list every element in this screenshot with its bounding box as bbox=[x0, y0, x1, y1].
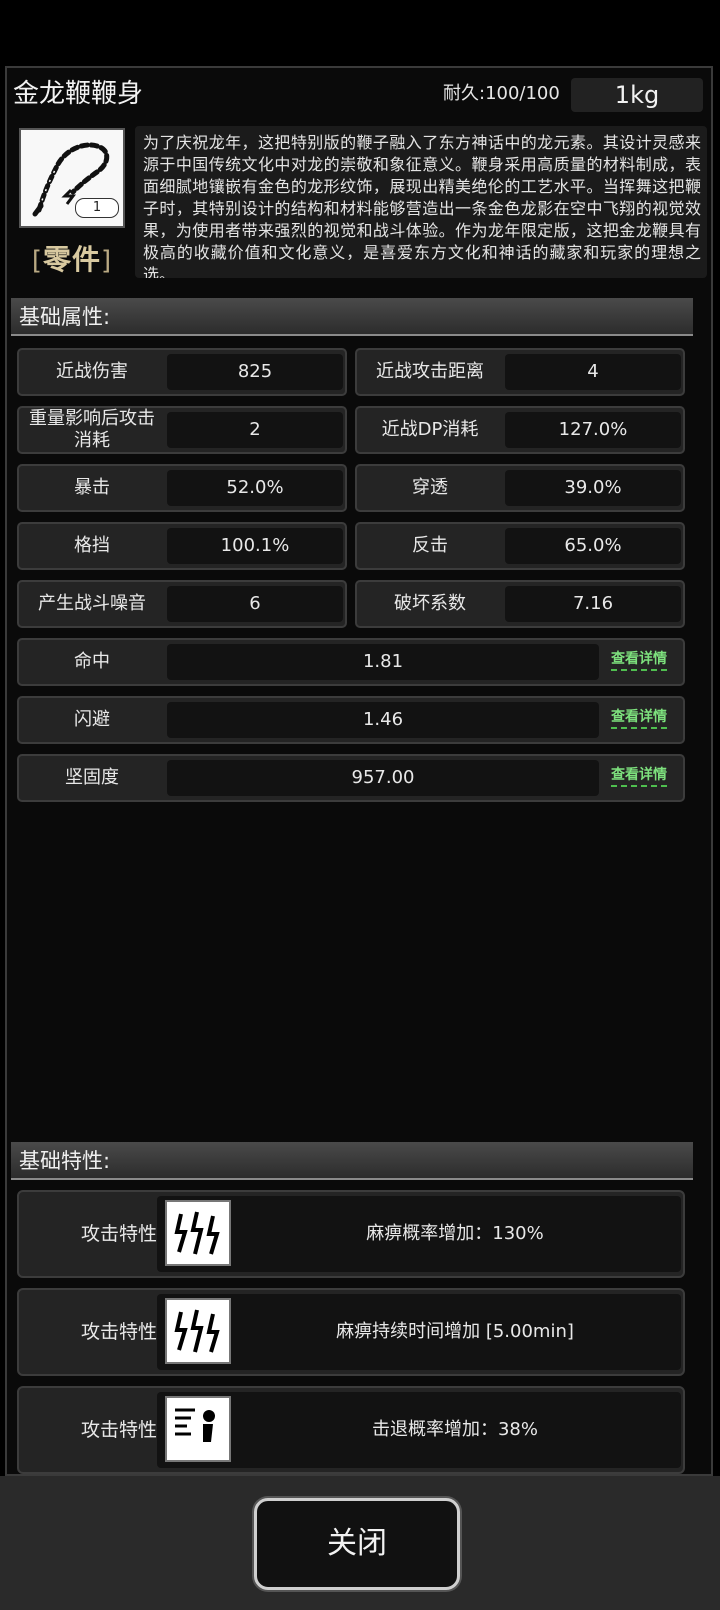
section-header-traits: 基础特性: bbox=[11, 1142, 693, 1180]
section-header-attributes: 基础属性: bbox=[11, 298, 693, 336]
stat-weight-attack-cost: 重量影响后攻击消耗 2 bbox=[17, 406, 347, 454]
item-detail-panel: 金龙鞭鞭身 耐久:100/100 1kg 1 [零件] 为了庆祝龙年，这把特别版… bbox=[5, 66, 713, 1476]
stat-durability: 坚固度 957.00 查看详情 bbox=[17, 754, 685, 802]
item-count-badge: 1 bbox=[75, 198, 119, 218]
stat-counter: 反击 65.0% bbox=[355, 522, 685, 570]
stat-penetration: 穿透 39.0% bbox=[355, 464, 685, 512]
item-header: 金龙鞭鞭身 耐久:100/100 1kg bbox=[7, 76, 711, 112]
stat-block: 格挡 100.1% bbox=[17, 522, 347, 570]
stat-crit: 暴击 52.0% bbox=[17, 464, 347, 512]
view-details-link[interactable]: 查看详情 bbox=[611, 650, 667, 671]
view-details-link[interactable]: 查看详情 bbox=[611, 708, 667, 729]
durability-text: 耐久:100/100 bbox=[443, 83, 560, 104]
stat-melee-dp-cost: 近战DP消耗 127.0% bbox=[355, 406, 685, 454]
item-category: [零件] bbox=[31, 243, 113, 276]
trait-row: 攻击特性 麻痹概率增加：130% bbox=[17, 1190, 685, 1278]
close-button[interactable]: 关闭 bbox=[254, 1498, 460, 1590]
stat-destruction-coefficient: 破坏系数 7.16 bbox=[355, 580, 685, 628]
bottom-bar: 关闭 bbox=[0, 1476, 720, 1610]
lightning-icon bbox=[165, 1200, 231, 1266]
knockback-icon bbox=[165, 1396, 231, 1462]
stat-melee-range: 近战攻击距离 4 bbox=[355, 348, 685, 396]
item-name: 金龙鞭鞭身 bbox=[13, 79, 144, 109]
status-bar bbox=[0, 0, 720, 66]
weight-badge: 1kg bbox=[571, 78, 703, 112]
lightning-icon bbox=[165, 1298, 231, 1364]
trait-row: 攻击特性 击退概率增加：38% bbox=[17, 1386, 685, 1474]
item-icon-frame[interactable]: 1 bbox=[19, 128, 125, 228]
stat-accuracy: 命中 1.81 查看详情 bbox=[17, 638, 685, 686]
stat-combat-noise: 产生战斗噪音 6 bbox=[17, 580, 347, 628]
trait-row: 攻击特性 麻痹持续时间增加 [5.00min] bbox=[17, 1288, 685, 1376]
view-details-link[interactable]: 查看详情 bbox=[611, 766, 667, 787]
item-description: 为了庆祝龙年，这把特别版的鞭子融入了东方神话中的龙元素。其设计灵感来源于中国传统… bbox=[135, 126, 707, 278]
stat-evasion: 闪避 1.46 查看详情 bbox=[17, 696, 685, 744]
stat-melee-damage: 近战伤害 825 bbox=[17, 348, 347, 396]
